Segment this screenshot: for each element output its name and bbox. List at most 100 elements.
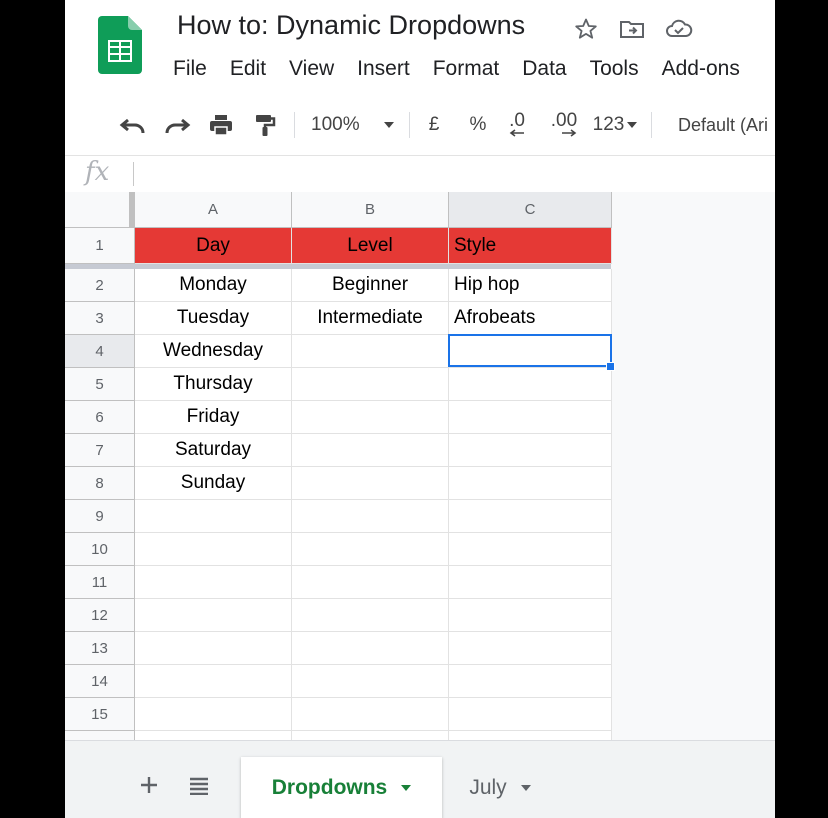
- percent-button[interactable]: %: [465, 108, 491, 142]
- cell[interactable]: [292, 698, 449, 731]
- cell[interactable]: [135, 731, 292, 740]
- cell-b8[interactable]: [292, 467, 449, 500]
- star-icon[interactable]: [571, 14, 601, 44]
- row-header[interactable]: 2: [65, 269, 135, 302]
- cell[interactable]: [449, 665, 612, 698]
- sheet-tab-dropdowns[interactable]: Dropdowns: [241, 757, 442, 818]
- cell-c2[interactable]: Hip hop: [449, 269, 612, 302]
- cell-a8[interactable]: Sunday: [135, 467, 292, 500]
- cell[interactable]: [292, 599, 449, 632]
- cell[interactable]: [449, 599, 612, 632]
- row-header[interactable]: [65, 731, 135, 740]
- row-header[interactable]: 8: [65, 467, 135, 500]
- document-title[interactable]: How to: Dynamic Dropdowns: [177, 10, 525, 41]
- cell[interactable]: [135, 500, 292, 533]
- paint-format-icon[interactable]: [245, 108, 285, 142]
- cell-b1[interactable]: Level: [292, 228, 449, 264]
- cell-a1[interactable]: Day: [135, 228, 292, 264]
- cell[interactable]: [135, 698, 292, 731]
- cell-a6[interactable]: Friday: [135, 401, 292, 434]
- add-sheet-button[interactable]: [139, 771, 159, 802]
- cell-b7[interactable]: [292, 434, 449, 467]
- font-select[interactable]: Default (Ari: [678, 108, 775, 142]
- cell-a7[interactable]: Saturday: [135, 434, 292, 467]
- row-header[interactable]: 3: [65, 302, 135, 335]
- cell[interactable]: [449, 500, 612, 533]
- cell-a2[interactable]: Monday: [135, 269, 292, 302]
- cell-c5[interactable]: [449, 368, 612, 401]
- cell[interactable]: [135, 599, 292, 632]
- row-header[interactable]: 14: [65, 665, 135, 698]
- row-header[interactable]: 11: [65, 566, 135, 599]
- row-header[interactable]: 9: [65, 500, 135, 533]
- cell[interactable]: [135, 665, 292, 698]
- cell[interactable]: [449, 632, 612, 665]
- cell-a5[interactable]: Thursday: [135, 368, 292, 401]
- row-header[interactable]: 15: [65, 698, 135, 731]
- column-header-b[interactable]: B: [292, 192, 449, 228]
- cell[interactable]: [135, 632, 292, 665]
- column-header-c[interactable]: C: [449, 192, 612, 228]
- row-header[interactable]: 5: [65, 368, 135, 401]
- row-header[interactable]: 6: [65, 401, 135, 434]
- menu-tools[interactable]: Tools: [590, 57, 639, 85]
- cell-b4[interactable]: [292, 335, 449, 368]
- cell[interactable]: [292, 566, 449, 599]
- menu-format[interactable]: Format: [433, 57, 500, 85]
- menu-insert[interactable]: Insert: [357, 57, 410, 85]
- sheet-tab-july[interactable]: July: [445, 757, 555, 818]
- cell[interactable]: [135, 566, 292, 599]
- cell[interactable]: [292, 632, 449, 665]
- menu-data[interactable]: Data: [522, 57, 566, 85]
- decrease-decimal-button[interactable]: .0: [501, 108, 533, 142]
- redo-icon[interactable]: [157, 108, 197, 142]
- all-sheets-button[interactable]: [189, 777, 209, 800]
- menu-edit[interactable]: Edit: [230, 57, 266, 85]
- cell-b5[interactable]: [292, 368, 449, 401]
- menu-view[interactable]: View: [289, 57, 334, 85]
- menu-file[interactable]: File: [173, 57, 207, 85]
- undo-icon[interactable]: [113, 108, 153, 142]
- cell-a4[interactable]: Wednesday: [135, 335, 292, 368]
- cell-b6[interactable]: [292, 401, 449, 434]
- cell-b3[interactable]: Intermediate: [292, 302, 449, 335]
- column-header-a[interactable]: A: [135, 192, 292, 228]
- print-icon[interactable]: [201, 108, 241, 142]
- cell-c6[interactable]: [449, 401, 612, 434]
- row-header[interactable]: 7: [65, 434, 135, 467]
- cell-a3[interactable]: Tuesday: [135, 302, 292, 335]
- cell[interactable]: [449, 731, 612, 740]
- row-header[interactable]: 1: [65, 228, 135, 264]
- cell[interactable]: [292, 665, 449, 698]
- sheets-logo-icon[interactable]: [98, 16, 142, 74]
- cell[interactable]: [292, 533, 449, 566]
- cell[interactable]: [449, 698, 612, 731]
- cell-c7[interactable]: [449, 434, 612, 467]
- more-formats-button[interactable]: 123: [591, 108, 639, 142]
- formula-input[interactable]: [141, 156, 771, 192]
- row-header[interactable]: 4: [65, 335, 135, 368]
- fill-handle[interactable]: [606, 362, 615, 371]
- zoom-select[interactable]: 100%: [311, 108, 401, 142]
- cell-c3[interactable]: Afrobeats: [449, 302, 612, 335]
- cell-b2[interactable]: Beginner: [292, 269, 449, 302]
- row-header[interactable]: 13: [65, 632, 135, 665]
- cell[interactable]: [449, 533, 612, 566]
- move-to-folder-icon[interactable]: [617, 14, 647, 44]
- select-all-corner[interactable]: [65, 192, 135, 228]
- cell[interactable]: [449, 566, 612, 599]
- row-header[interactable]: 12: [65, 599, 135, 632]
- chevron-down-icon[interactable]: [520, 785, 531, 791]
- cell[interactable]: [292, 731, 449, 740]
- menu-add-ons[interactable]: Add-ons: [662, 57, 740, 85]
- cell[interactable]: [292, 500, 449, 533]
- chevron-down-icon[interactable]: [401, 785, 412, 791]
- currency-button[interactable]: £: [421, 108, 447, 142]
- row-header[interactable]: 10: [65, 533, 135, 566]
- active-cell-selection[interactable]: [448, 334, 612, 367]
- cell[interactable]: [135, 533, 292, 566]
- cell-c1[interactable]: Style: [449, 228, 612, 264]
- increase-decimal-button[interactable]: .00: [545, 108, 583, 142]
- cloud-saved-icon[interactable]: [664, 14, 694, 44]
- cell-c8[interactable]: [449, 467, 612, 500]
